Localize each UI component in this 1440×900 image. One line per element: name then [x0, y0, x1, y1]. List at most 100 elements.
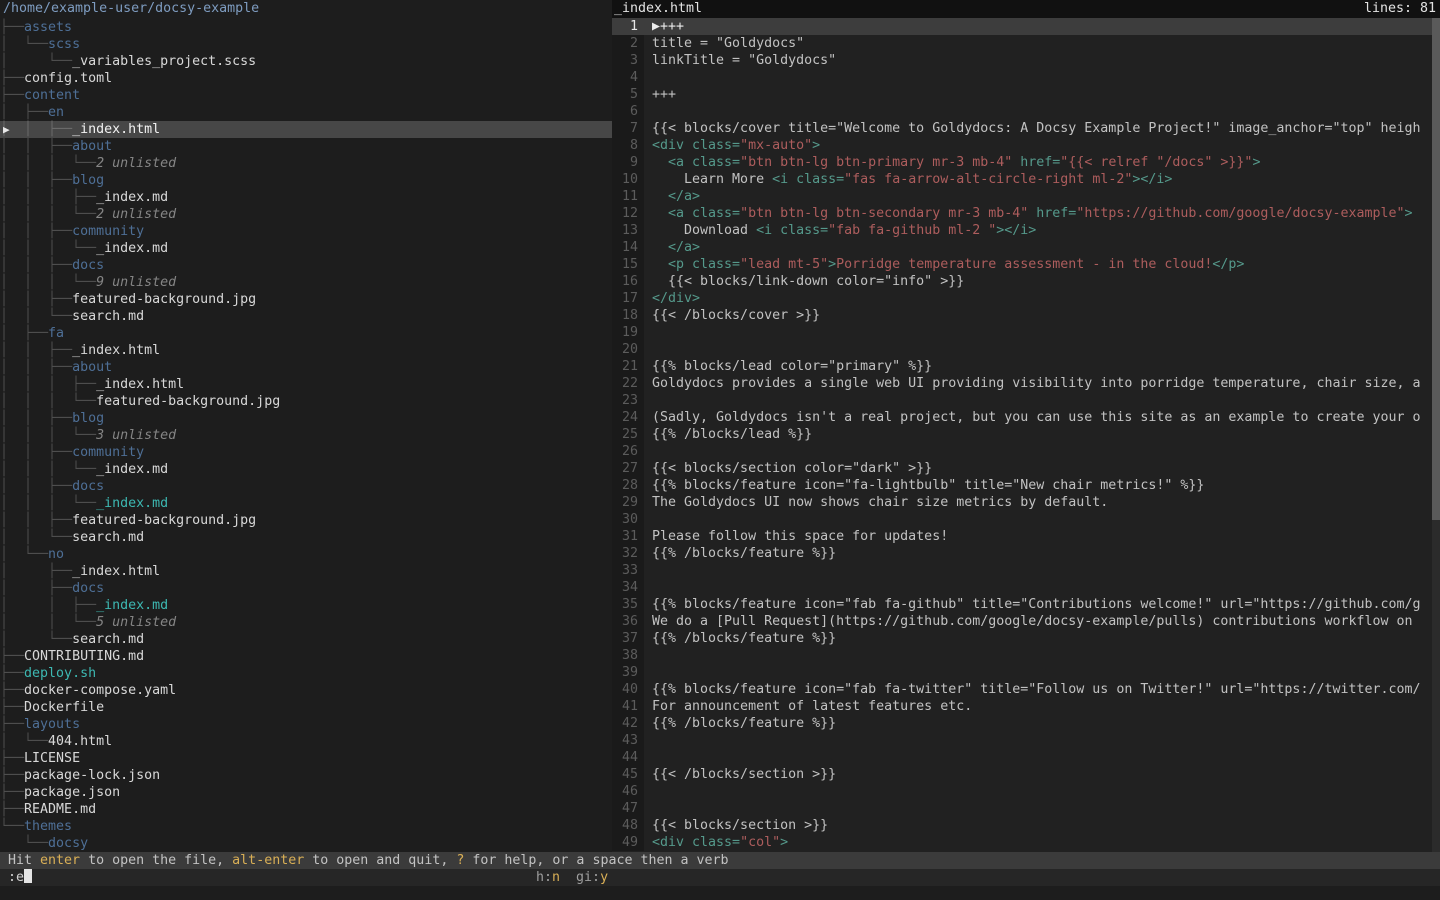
tree-row[interactable]: │ │ │ └──9 unlisted [0, 274, 612, 291]
tree-row[interactable]: │ ├──docs [0, 580, 612, 597]
code-line-text: {{< /blocks/cover >}} [644, 307, 820, 324]
tree-row[interactable]: │ │ ├──docs [0, 257, 612, 274]
preview-scrollbar[interactable] [1432, 18, 1440, 852]
text-cursor [24, 869, 32, 883]
tree-row[interactable]: │ │ │ └──2 unlisted [0, 155, 612, 172]
tree-row[interactable]: │ │ │ ├──_index.md [0, 189, 612, 206]
code-line-text: linkTitle = "Goldydocs" [644, 52, 836, 69]
command-input[interactable]: :e [8, 869, 32, 886]
code-line-text: For announcement of latest features etc. [644, 698, 972, 715]
tree-row[interactable]: ├──assets [0, 19, 612, 36]
tree-row[interactable]: │ └──no [0, 546, 612, 563]
tree-row[interactable]: │ ├──_index.html [0, 563, 612, 580]
tree-row[interactable]: ├──package-lock.json [0, 767, 612, 784]
code-line: 32{{% /blocks/feature %}} [612, 545, 1440, 562]
code-line: 9 <a class="btn btn-lg btn-primary mr-3 … [612, 154, 1440, 171]
tree-dir-name: blog [72, 173, 104, 188]
text-segment: href= [1028, 206, 1076, 221]
line-number: 39 [612, 664, 644, 681]
tree-row[interactable]: ├──deploy.sh [0, 665, 612, 682]
tree-row[interactable]: │ │ ├──about [0, 359, 612, 376]
text-segment: </a> [652, 240, 700, 255]
tree-row[interactable]: │ │ ├──community [0, 223, 612, 240]
tree-row[interactable]: │ └──search.md [0, 631, 612, 648]
text-segment: {{< /blocks/section >}} [652, 767, 836, 782]
code-line-text: <p class="lead mt-5">Porridge temperatur… [644, 256, 1244, 273]
code-line: 49<div class="col"> [612, 834, 1440, 851]
tree-row[interactable]: │ │ ├──_index.md [0, 597, 612, 614]
tree-row[interactable]: ├──README.md [0, 801, 612, 818]
tree-branch-lines: │ │ │ └── [0, 394, 96, 409]
tree-file-name: _index.md [96, 598, 168, 613]
tree-row[interactable]: │ │ │ └──_index.md [0, 495, 612, 512]
tree-row[interactable]: │ │ ├──featured-background.jpg [0, 291, 612, 308]
code-line: 14 </a> [612, 239, 1440, 256]
tree-branch-lines: │ │ │ └── [0, 428, 96, 443]
tree-row[interactable]: │ │ └──search.md [0, 529, 612, 546]
tree-dir-name: themes [24, 819, 72, 834]
line-number: 2 [612, 35, 644, 52]
tree-file-name: 2 unlisted [96, 207, 176, 222]
code-line: 47 [612, 800, 1440, 817]
tree-row[interactable]: └──themes [0, 818, 612, 835]
tree-dir-name: en [48, 105, 64, 120]
text-segment: "btn btn-lg btn-secondary mr-3 mb-4" [740, 206, 1028, 221]
code-line: 8<div class="mx-auto"> [612, 137, 1440, 154]
code-line-text [644, 579, 652, 596]
tree-row[interactable]: ├──config.toml [0, 70, 612, 87]
tree-row[interactable]: ├──CONTRIBUTING.md [0, 648, 612, 665]
tree-row[interactable]: ├──content [0, 87, 612, 104]
tree-row[interactable]: │ │ ├──_index.html [0, 342, 612, 359]
tree-row[interactable]: ├──layouts [0, 716, 612, 733]
line-number: 38 [612, 647, 644, 664]
scrollbar-thumb[interactable] [1432, 18, 1440, 520]
code-line: 42{{% /blocks/feature %}} [612, 715, 1440, 732]
tree-row[interactable]: │ │ ├──about [0, 138, 612, 155]
tree-dir-name: docsy [48, 836, 88, 851]
tree-row[interactable]: │ │ │ └──featured-background.jpg [0, 393, 612, 410]
text-segment: alt-enter [232, 853, 304, 868]
code-line-text: {{< blocks/link-down color="info" >}} [644, 273, 964, 290]
line-number: 3 [612, 52, 644, 69]
tree-row[interactable]: │ │ ├──blog [0, 410, 612, 427]
code-line-text: +++ [644, 86, 676, 103]
tree-row[interactable]: │ │ │ └──3 unlisted [0, 427, 612, 444]
tree-row[interactable]: └──docsy [0, 835, 612, 852]
tree-file-name: _index.md [96, 462, 168, 477]
tree-row[interactable]: │ ├──fa [0, 325, 612, 342]
tree-branch-lines: ├── [0, 88, 24, 103]
tree-dir-name: community [72, 224, 144, 239]
tree-row[interactable]: │ │ ├──docs [0, 478, 612, 495]
tree-row[interactable]: ├──docker-compose.yaml [0, 682, 612, 699]
tree-dir-name: docs [72, 479, 104, 494]
command-input-bar[interactable]: :e h:n gi:y [0, 869, 1440, 886]
tree-row[interactable]: │ │ ├──featured-background.jpg [0, 512, 612, 529]
code-line-text: {{% blocks/feature icon="fa-lightbulb" t… [644, 477, 1204, 494]
tree-row[interactable]: ├──Dockerfile [0, 699, 612, 716]
tree-row[interactable]: │ │ ├──community [0, 444, 612, 461]
tree-row[interactable]: ├──package.json [0, 784, 612, 801]
tree-branch-lines: │ │ ├── [0, 343, 72, 358]
tree-row[interactable]: │ │ │ └──_index.md [0, 240, 612, 257]
tree-file-name: 9 unlisted [96, 275, 176, 290]
tree-row[interactable]: │ │ ├──blog [0, 172, 612, 189]
code-line: 15 <p class="lead mt-5">Porridge tempera… [612, 256, 1440, 273]
tree-row[interactable]: ▶│ │ ├──_index.html [0, 121, 612, 138]
text-segment: n [552, 870, 560, 885]
line-number: 8 [612, 137, 644, 154]
tree-row[interactable]: │ ├──en [0, 104, 612, 121]
text-segment: "fas fa-arrow-alt-circle-right ml-2" [844, 172, 1132, 187]
tree-dir-name: about [72, 139, 112, 154]
tree-branch-lines: │ │ ├── [0, 411, 72, 426]
tree-row[interactable]: │ └──_variables_project.scss [0, 53, 612, 70]
tree-row[interactable]: │ │ └──search.md [0, 308, 612, 325]
tree-row[interactable]: │ │ │ ├──_index.html [0, 376, 612, 393]
tree-row[interactable]: │ │ │ └──_index.md [0, 461, 612, 478]
tree-row[interactable]: │ └──scss [0, 36, 612, 53]
tree-row[interactable]: │ │ └──5 unlisted [0, 614, 612, 631]
line-number: 46 [612, 783, 644, 800]
tree-row[interactable]: │ │ │ └──2 unlisted [0, 206, 612, 223]
tree-row[interactable]: │ └──404.html [0, 733, 612, 750]
tree-row[interactable]: ├──LICENSE [0, 750, 612, 767]
line-number: 31 [612, 528, 644, 545]
